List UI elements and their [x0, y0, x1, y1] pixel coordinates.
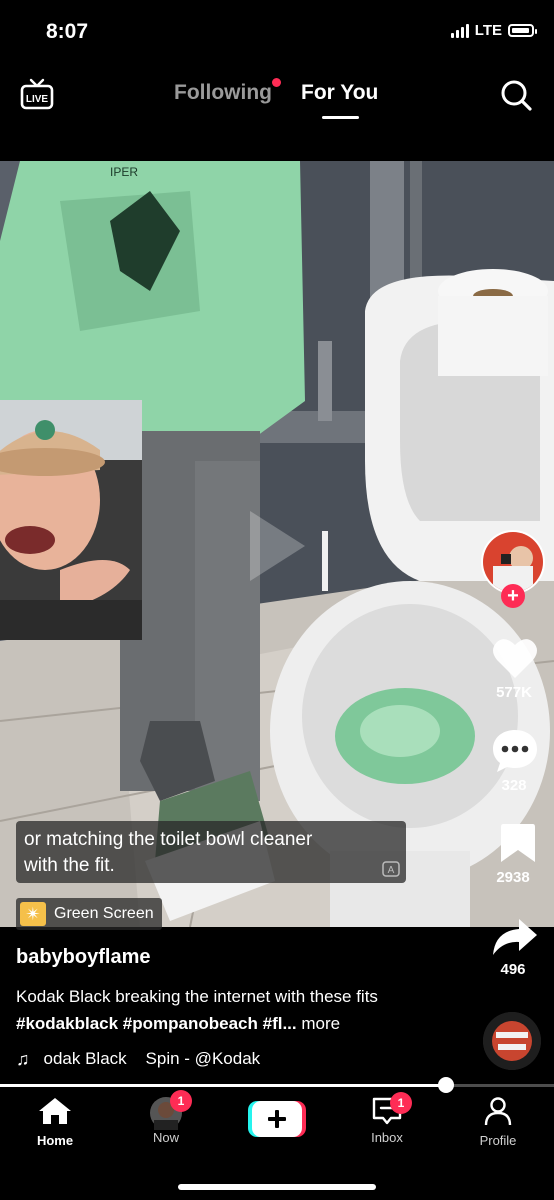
status-indicators: LTE	[450, 22, 537, 39]
nav-label-home: Home	[36, 1133, 74, 1148]
hoodie-text: IPER	[110, 165, 138, 179]
follow-button[interactable]: +	[501, 584, 525, 608]
svg-text:A: A	[388, 865, 395, 876]
profile-icon	[484, 1097, 512, 1126]
nav-label-now: Now	[152, 1130, 179, 1145]
progress-scrubber[interactable]	[437, 1077, 454, 1093]
effect-tag[interactable]: ✴ Green Screen	[16, 898, 162, 930]
bookmark-icon[interactable]	[494, 822, 542, 864]
share-icon[interactable]	[491, 917, 539, 957]
description-text: Kodak Black breaking the internet with t…	[16, 987, 378, 1006]
hashtag[interactable]: #pompanobeach	[123, 1014, 258, 1033]
green-screen-overlay	[0, 400, 142, 640]
home-indicator	[178, 1184, 376, 1190]
tab-for-you[interactable]: For You	[301, 81, 378, 105]
video-caption: or matching the toilet bowl cleaner with…	[24, 829, 313, 876]
search-icon[interactable]	[500, 79, 532, 111]
now-badge: 1	[170, 1090, 192, 1112]
status-time: 8:07	[46, 20, 89, 43]
music-disc[interactable]	[483, 1012, 541, 1070]
create-button[interactable]	[248, 1101, 306, 1137]
green-screen-effect-icon: ✴	[20, 902, 46, 926]
live-icon[interactable]: LIVE	[20, 78, 54, 110]
translate-icon[interactable]: A	[382, 861, 400, 877]
live-label: LIVE	[26, 94, 49, 105]
hashtag[interactable]: #kodakblack	[16, 1014, 118, 1033]
signal-icon	[450, 23, 469, 38]
comment-count: 328	[501, 777, 527, 794]
like-icon[interactable]	[491, 636, 539, 680]
caption-box: or matching the toilet bowl cleaner with…	[16, 821, 406, 883]
nav-label-inbox: Inbox	[371, 1130, 403, 1145]
nav-label-profile: Profile	[479, 1133, 517, 1148]
network-label: LTE	[474, 22, 502, 39]
inbox-badge: 1	[390, 1092, 412, 1114]
creator-username[interactable]: babyboyflame	[16, 946, 150, 969]
progress-fill	[0, 1084, 446, 1087]
comment-icon[interactable]	[491, 728, 539, 774]
more-link[interactable]: more	[301, 1014, 340, 1033]
effect-label: Green Screen	[54, 905, 154, 922]
active-tab-indicator	[322, 116, 359, 119]
home-icon	[39, 1098, 71, 1124]
creator-face-image	[0, 400, 142, 640]
tab-following[interactable]: Following	[174, 81, 272, 105]
nav-profile[interactable]: Profile	[453, 1096, 543, 1148]
music-text: odak Black Spin - @Kodak	[43, 1049, 261, 1068]
music-row[interactable]: ♫ odak Black Spin - @Kodak	[16, 1047, 296, 1071]
video-description[interactable]: Kodak Black breaking the internet with t…	[16, 983, 446, 1037]
battery-icon	[508, 24, 537, 37]
like-count: 577K	[496, 684, 532, 701]
hashtag[interactable]: #fl...	[263, 1014, 297, 1033]
nav-home[interactable]: Home	[10, 1096, 100, 1148]
nav-now[interactable]: 1 Now	[121, 1090, 211, 1145]
music-note-icon: ♫	[16, 1048, 30, 1069]
following-notification-dot	[272, 78, 281, 87]
share-count: 496	[500, 961, 526, 978]
nav-inbox[interactable]: 1 Inbox	[342, 1092, 432, 1145]
save-count: 2938	[496, 869, 530, 886]
